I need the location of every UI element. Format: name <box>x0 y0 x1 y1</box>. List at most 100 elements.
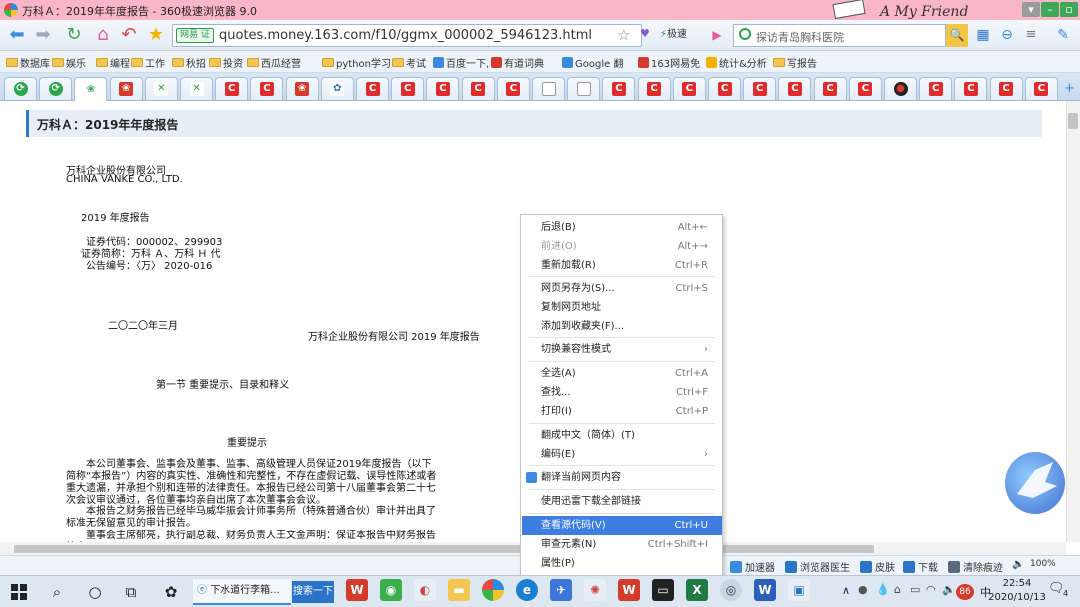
browser-tab[interactable]: C <box>461 77 495 100</box>
browser-tab[interactable]: C <box>708 77 741 100</box>
wechat-icon[interactable]: ◉ <box>380 579 402 601</box>
forward-arrow-icon[interactable]: ➡ <box>32 24 54 46</box>
context-menu-item[interactable]: 打印(I) Ctrl+P <box>522 402 722 421</box>
browser-tab[interactable] <box>567 77 601 100</box>
browser-tab[interactable]: C <box>919 77 953 100</box>
browser-tab[interactable]: C <box>954 77 988 100</box>
horizontal-scroll-thumb[interactable] <box>14 545 874 553</box>
apps-grid-icon[interactable]: ▦ <box>972 24 994 46</box>
back-arrow-icon[interactable]: ⬅ <box>6 24 28 46</box>
context-menu-item[interactable]: 复制网页地址 <box>522 298 722 317</box>
feishu-icon[interactable]: ✈ <box>550 579 572 601</box>
browser-tab[interactable]: ⟳ <box>4 77 37 100</box>
bookmark-item[interactable]: 娱乐 <box>52 55 86 70</box>
search-box[interactable]: 探访青岛胸科医院 <box>733 24 946 47</box>
browser-tab[interactable]: ✿ <box>320 77 354 100</box>
context-menu-item[interactable]: 编码(E) › <box>522 445 722 464</box>
favorites-star-icon[interactable]: ★ <box>145 24 167 46</box>
search-button[interactable]: 🔍 <box>946 24 968 47</box>
bookmark-item[interactable]: 写报告 <box>773 55 817 70</box>
browser-tab[interactable]: C <box>813 77 847 100</box>
clock-date[interactable]: 2020/10/13 <box>984 592 1050 603</box>
bookmark-item[interactable]: 考试 <box>392 55 426 70</box>
redfox-app-icon[interactable]: ◐ <box>414 579 436 601</box>
terminal-icon[interactable]: ▭ <box>652 579 674 601</box>
browser-tab[interactable]: C <box>496 77 530 100</box>
maximize-button[interactable]: ▫ <box>1060 2 1078 17</box>
search-input[interactable]: 探访青岛胸科医院 <box>756 29 844 45</box>
context-menu-item[interactable]: 审查元素(N) Ctrl+Shift+I <box>522 535 722 554</box>
bookmark-item[interactable]: 工作 <box>131 55 165 70</box>
context-menu-item[interactable]: 后退(B) Alt+← <box>522 218 722 237</box>
tray-expand-icon[interactable]: ∧ <box>842 584 850 597</box>
zoom-out-icon[interactable]: ⊖ <box>996 24 1018 46</box>
browser-tab[interactable]: ❀ <box>285 77 319 100</box>
bookmark-item[interactable]: 秋招 <box>172 55 206 70</box>
browser-tab[interactable] <box>532 77 565 100</box>
refresh-icon[interactable]: ↻ <box>63 24 85 46</box>
browser-tab[interactable]: C <box>778 77 812 100</box>
browser-tab[interactable]: C <box>356 77 389 100</box>
browser-doctor-button[interactable]: 浏览器医生 <box>785 559 850 574</box>
skin-button[interactable]: ▾ <box>1022 2 1040 17</box>
context-menu-item[interactable]: 添加到收藏夹(F)... <box>522 317 722 336</box>
context-menu-item[interactable]: 查看源代码(V) Ctrl+U <box>522 516 722 535</box>
browser-tab[interactable]: ⟳ <box>39 77 73 100</box>
clock-time[interactable]: 22:54 <box>996 578 1038 589</box>
browser-tab[interactable]: ● <box>884 77 917 100</box>
browser-tab[interactable]: ❀ <box>109 77 143 100</box>
zoom-level[interactable]: 100% <box>1030 559 1056 569</box>
bookmark-star-icon[interactable]: ☆ <box>617 26 630 44</box>
tray-wifi-icon[interactable]: ◠ <box>926 583 936 596</box>
search-icon[interactable]: ⌕ <box>42 580 72 604</box>
taskbar-app-browser[interactable]: ⓔ 下水道行李箱... <box>193 579 291 605</box>
file-explorer-icon[interactable]: ▬ <box>448 579 470 601</box>
tools-icon[interactable]: ✎ <box>1052 24 1074 46</box>
download-button[interactable]: 下载 <box>903 559 938 574</box>
excel-icon[interactable]: X <box>686 579 708 601</box>
address-bar[interactable]: 网易 证 quotes.money.163.com/f10/ggmx_00000… <box>172 24 642 47</box>
bookmark-item[interactable]: 163网易免 <box>638 55 700 70</box>
tray-battery-icon[interactable]: ▭ <box>910 583 920 596</box>
bookmark-item[interactable]: 百度一下, <box>433 55 489 70</box>
wps-writer-icon[interactable]: W <box>618 579 640 601</box>
tray-360-badge[interactable]: 86 <box>956 584 974 600</box>
context-menu-item[interactable]: 翻译当前网页内容 <box>522 468 722 487</box>
wps-icon[interactable]: W <box>346 579 368 601</box>
tray-shield-icon[interactable]: ● <box>858 583 868 596</box>
photos-icon[interactable]: ▣ <box>788 579 810 601</box>
browser-tab[interactable]: C <box>1024 77 1058 100</box>
browser-tab[interactable]: C <box>250 77 284 100</box>
bookmark-item[interactable]: Google 翻 <box>562 55 623 70</box>
vertical-scrollbar[interactable] <box>1066 101 1080 542</box>
browser-tab[interactable]: C <box>989 77 1023 100</box>
context-menu-item[interactable]: 查找... Ctrl+F <box>522 383 722 402</box>
windows-start-icon[interactable] <box>4 580 34 604</box>
gear-app-icon[interactable]: ✺ <box>584 579 606 601</box>
undo-close-icon[interactable]: ↶ <box>118 24 140 46</box>
edge-icon[interactable]: e <box>516 579 538 601</box>
context-menu-item[interactable]: 翻成中文（简体）(T) <box>522 426 722 445</box>
browser-tab[interactable]: C <box>672 77 706 100</box>
browser-tab[interactable]: ✕ <box>144 77 178 100</box>
minimize-button[interactable]: – <box>1041 2 1059 17</box>
word-icon[interactable]: W <box>754 579 776 601</box>
context-menu-item[interactable]: 重新加载(R) Ctrl+R <box>522 256 722 275</box>
context-menu-item[interactable]: 前进(O) Alt+→ <box>522 237 722 256</box>
heart-icon[interactable]: ♥ <box>640 27 656 44</box>
new-tab-button[interactable]: + <box>1064 81 1075 96</box>
tray-droplet-icon[interactable]: 💧 <box>876 583 890 596</box>
home-icon[interactable]: ⌂ <box>92 24 114 46</box>
clean-traces-button[interactable]: 清除痕迹 <box>948 559 1003 574</box>
bookmark-item[interactable]: 数据库 <box>6 55 50 70</box>
360-browser-icon[interactable] <box>482 579 504 601</box>
sound-icon[interactable]: 🔈 <box>1012 559 1024 570</box>
context-menu-item[interactable]: 使用迅雷下载全部链接 <box>522 492 722 511</box>
browser-tab[interactable]: C <box>743 77 777 100</box>
play-icon[interactable]: ▶ <box>706 24 728 46</box>
accelerator-button[interactable]: 加速器 <box>730 559 775 574</box>
browser-tab[interactable]: C <box>391 77 425 100</box>
skin-status-button[interactable]: 皮肤 <box>860 559 895 574</box>
assistant-bird-icon[interactable] <box>1005 452 1065 514</box>
tray-volume-icon[interactable]: 🔈 <box>942 583 956 596</box>
